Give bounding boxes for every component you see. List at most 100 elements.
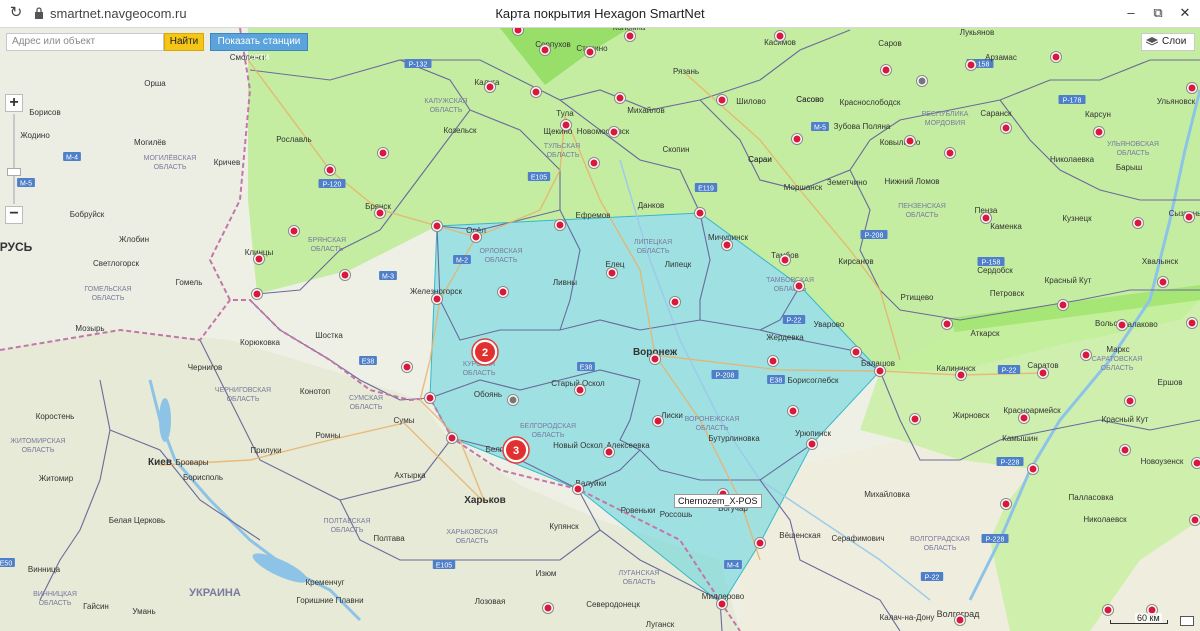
- station-marker[interactable]: [251, 288, 263, 300]
- close-button[interactable]: ✕: [1172, 2, 1198, 24]
- station-marker[interactable]: [574, 384, 586, 396]
- place-label: Ефремов: [575, 211, 610, 220]
- station-marker[interactable]: [787, 405, 799, 417]
- zoom-in-button[interactable]: +: [5, 94, 23, 112]
- station-marker[interactable]: [716, 598, 728, 610]
- station-marker[interactable]: [1132, 217, 1144, 229]
- station-marker[interactable]: [554, 219, 566, 231]
- station-marker[interactable]: [944, 147, 956, 159]
- zoom-slider-track[interactable]: [13, 114, 15, 204]
- station-marker[interactable]: [1183, 211, 1195, 223]
- station-marker[interactable]: [774, 30, 786, 42]
- station-marker[interactable]: [1057, 299, 1069, 311]
- station-cluster[interactable]: 3: [502, 436, 530, 464]
- station-marker[interactable]: [253, 253, 265, 265]
- station-marker[interactable]: [791, 133, 803, 145]
- station-marker[interactable]: [806, 438, 818, 450]
- station-marker[interactable]: [512, 28, 524, 36]
- station-marker[interactable]: [721, 239, 733, 251]
- restore-button[interactable]: ⧉: [1145, 2, 1171, 24]
- station-marker[interactable]: [560, 119, 572, 131]
- station-marker[interactable]: [754, 537, 766, 549]
- station-marker[interactable]: [484, 81, 496, 93]
- station-marker[interactable]: [470, 231, 482, 243]
- station-marker[interactable]: [694, 207, 706, 219]
- station-marker[interactable]: [614, 92, 626, 104]
- find-button[interactable]: Найти: [164, 33, 204, 51]
- ruler-icon[interactable]: [1180, 616, 1194, 626]
- station-marker[interactable]: [880, 64, 892, 76]
- station-marker[interactable]: [779, 254, 791, 266]
- show-stations-button[interactable]: Показать станции сети: [210, 33, 308, 63]
- station-marker[interactable]: [1000, 122, 1012, 134]
- station-marker[interactable]: [497, 286, 509, 298]
- station-marker[interactable]: [1050, 51, 1062, 63]
- station-marker[interactable]: [603, 446, 615, 458]
- station-marker[interactable]: [377, 147, 389, 159]
- station-marker[interactable]: [339, 269, 351, 281]
- station-marker[interactable]: [424, 392, 436, 404]
- address-bar-url[interactable]: smartnet.navgeocom.ru: [50, 6, 187, 21]
- station-marker[interactable]: [374, 207, 386, 219]
- station-cluster[interactable]: 2: [471, 338, 499, 366]
- station-marker[interactable]: [288, 225, 300, 237]
- station-marker[interactable]: [1116, 319, 1128, 331]
- station-marker[interactable]: [530, 86, 542, 98]
- station-marker[interactable]: [1093, 126, 1105, 138]
- road-label: Е119: [694, 183, 718, 193]
- station-marker[interactable]: [401, 361, 413, 373]
- station-marker[interactable]: [1119, 444, 1131, 456]
- station-marker[interactable]: [904, 135, 916, 147]
- station-marker[interactable]: [324, 164, 336, 176]
- station-marker[interactable]: [874, 365, 886, 377]
- station-marker[interactable]: [431, 293, 443, 305]
- search-input[interactable]: Адрес или объект: [6, 33, 164, 51]
- station-marker[interactable]: [1186, 317, 1198, 329]
- station-marker[interactable]: [980, 212, 992, 224]
- station-marker[interactable]: [1027, 463, 1039, 475]
- minimize-button[interactable]: –: [1118, 2, 1144, 24]
- station-marker[interactable]: [649, 353, 661, 365]
- station-marker[interactable]: [955, 369, 967, 381]
- zoom-out-button[interactable]: −: [5, 206, 23, 224]
- station-marker[interactable]: [1102, 604, 1114, 616]
- station-marker[interactable]: [606, 267, 618, 279]
- station-marker[interactable]: [669, 296, 681, 308]
- station-marker[interactable]: [446, 432, 458, 444]
- station-marker[interactable]: [1189, 514, 1200, 526]
- station-marker[interactable]: [542, 602, 554, 614]
- station-marker[interactable]: [1191, 457, 1200, 469]
- station-marker[interactable]: [431, 220, 443, 232]
- station-marker[interactable]: [1157, 276, 1169, 288]
- station-marker[interactable]: [767, 355, 779, 367]
- station-marker[interactable]: [1000, 498, 1012, 510]
- layers-button[interactable]: Слои: [1141, 33, 1195, 51]
- station-marker[interactable]: [965, 59, 977, 71]
- station-marker[interactable]: [652, 415, 664, 427]
- station-marker[interactable]: [954, 614, 966, 626]
- station-marker[interactable]: [1037, 367, 1049, 379]
- station-marker[interactable]: [909, 413, 921, 425]
- station-marker[interactable]: [850, 346, 862, 358]
- map-scale: 60 км: [1110, 613, 1170, 627]
- station-marker[interactable]: [572, 483, 584, 495]
- station-marker[interactable]: [539, 44, 551, 56]
- place-label: Саров: [878, 39, 901, 48]
- station-marker[interactable]: [1018, 412, 1030, 424]
- station-marker[interactable]: [507, 394, 519, 406]
- zoom-slider-handle[interactable]: [7, 168, 21, 176]
- station-marker[interactable]: [941, 318, 953, 330]
- station-marker[interactable]: [1186, 82, 1198, 94]
- station-marker[interactable]: [584, 46, 596, 58]
- station-marker[interactable]: [716, 94, 728, 106]
- reload-icon[interactable]: ↻: [8, 5, 24, 21]
- station-marker[interactable]: [624, 30, 636, 42]
- station-marker[interactable]: [1080, 349, 1092, 361]
- station-marker[interactable]: [608, 126, 620, 138]
- station-marker[interactable]: [588, 157, 600, 169]
- station-marker[interactable]: [916, 75, 928, 87]
- coverage-map[interactable]: Р-132 Р-120 М-4 М-5 М-2 М-3 Е38 Е38 Е105 Е119 М-5 Р…: [0, 28, 1200, 631]
- station-marker[interactable]: [1124, 395, 1136, 407]
- station-marker[interactable]: [793, 280, 805, 292]
- place-label: ВОЛГОГРАДСКАЯ: [910, 536, 970, 543]
